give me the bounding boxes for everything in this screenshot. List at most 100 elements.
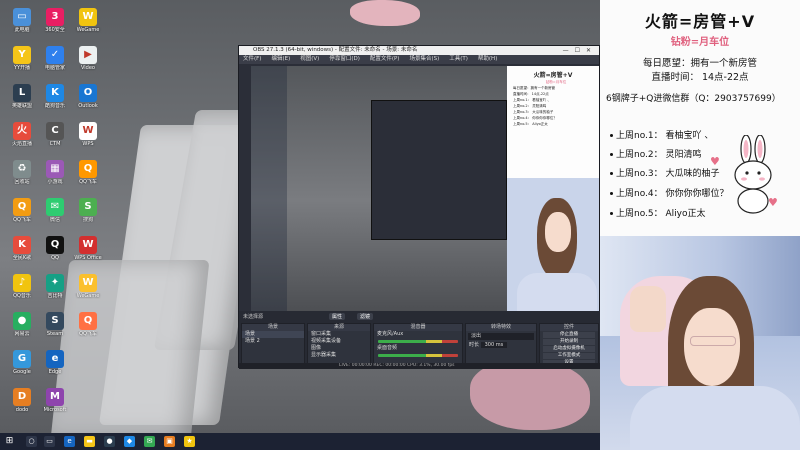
stop-streaming-button[interactable]: 停止直播 — [543, 332, 595, 338]
menu-item[interactable]: 编辑(E) — [271, 56, 290, 62]
desktop-icon[interactable]: Q QQ飞车 — [69, 310, 107, 344]
info-title: 火箭=房管+V — [644, 12, 756, 31]
window-controls[interactable]: —☐✕ — [563, 46, 597, 55]
obs-titlebar[interactable]: OBS 27.1.3 (64-bit, windows) - 配置文件: 未命名… — [239, 46, 599, 55]
no-source-label: 未选择源 — [243, 314, 264, 320]
app-icon: ✦ — [46, 274, 64, 292]
mixer-channel-label: 麦克风/Aux — [377, 331, 404, 337]
desktop-icon-label: Microsoft — [43, 407, 67, 413]
app-icon[interactable]: ▣ — [164, 436, 175, 447]
rank-item: 上周no.2： 灵阳清鸣 — [610, 147, 702, 160]
screen: ▭ 此电脑 Y YY开播 L 英雄联盟火火焰直播 ♻ 回收站 Q QQ飞车 K 全民K歌 ♪ QQ音乐 ● 网… — [0, 0, 800, 450]
app-icon: Y — [13, 46, 31, 64]
app-icon: S — [46, 312, 64, 330]
app-icon: G — [13, 350, 31, 368]
group-info: 6钢牌子+Q进微信群（Q：2903757699） — [606, 94, 781, 104]
desktop-icon[interactable]: O Outlook — [69, 82, 107, 116]
app-icon: e — [46, 350, 64, 368]
edge-icon[interactable]: e — [64, 436, 75, 447]
app-icon: ♪ — [13, 274, 31, 292]
rank-item: 上周no.3： 大瓜味的柚子 — [610, 166, 720, 179]
task-view-icon[interactable]: ▭ — [44, 436, 55, 447]
menu-item[interactable]: 场景集合(S) — [409, 56, 439, 62]
windows-start-icon[interactable]: ⊞ — [4, 436, 15, 447]
menu-item[interactable]: 停靠窗口(D) — [329, 56, 360, 62]
desktop-icon-label: WeGame — [76, 293, 100, 299]
app-icon: O — [79, 84, 97, 102]
app-icon: ▦ — [46, 160, 64, 178]
app-icon: ✉ — [46, 198, 64, 216]
stream-time: 直播时间： 14点-22点 — [651, 72, 749, 83]
app-icon: ✓ — [46, 46, 64, 64]
obs-icon[interactable]: ● — [104, 436, 115, 447]
desktop-icon[interactable]: W WeGame — [69, 272, 107, 306]
desktop-icon-label: WeGame — [76, 27, 100, 33]
source-item[interactable]: 视频采集设备 — [308, 338, 370, 345]
desktop-icon-label: QQ飞车 — [79, 179, 97, 185]
audio-meter[interactable] — [378, 354, 458, 357]
mixer-channel-label: 桌面音频 — [377, 345, 398, 351]
source-item[interactable]: 图像 — [308, 345, 370, 352]
studio-mode-button[interactable]: 工作室模式 — [543, 353, 595, 359]
virtual-camera-button[interactable]: 启动虚拟摄像机 — [543, 346, 595, 352]
app-icon: Q — [79, 312, 97, 330]
app-icon: 3 — [46, 8, 64, 26]
app-icon: 火 — [13, 122, 31, 140]
duration-label: 时长 — [469, 342, 480, 348]
start-recording-button[interactable]: 开始录制 — [543, 339, 595, 345]
filters-button[interactable]: 滤镜 — [357, 313, 374, 320]
desktop-icon[interactable]: W WPS Office — [69, 234, 107, 268]
obs-window[interactable]: OBS 27.1.3 (64-bit, windows) - 配置文件: 未命名… — [238, 45, 601, 369]
rank-item: 上周no.4： 你你你你哪位？ — [610, 186, 729, 199]
properties-button[interactable]: 属性 — [329, 313, 346, 320]
app-icon: W — [79, 236, 97, 254]
obs-preview[interactable]: 火箭=房管+V 钻粉=月车位 每日愿望：拥有一个新房管 直播时间： 14点-22… — [251, 66, 599, 311]
webcam-feed — [600, 236, 800, 450]
app-icon: ● — [13, 312, 31, 330]
transition-select[interactable]: 淡出 — [468, 333, 534, 340]
desktop-icon-label: Video — [80, 65, 95, 71]
search-icon[interactable]: ○ — [26, 436, 37, 447]
desktop-icon-label: QQ飞车 — [79, 331, 97, 337]
app-icon: K — [46, 84, 64, 102]
heart-icon: ♥ — [768, 196, 778, 209]
menu-item[interactable]: 帮助(H) — [478, 56, 497, 62]
app-icon: K — [13, 236, 31, 254]
app-icon: W — [79, 122, 97, 140]
wechat-icon[interactable]: ✉ — [144, 436, 155, 447]
desktop-icon[interactable]: e Edge — [36, 348, 74, 382]
nested-webcam — [507, 178, 599, 311]
app-icon[interactable]: ◆ — [124, 436, 135, 447]
desktop-icon[interactable]: W WPS — [69, 120, 107, 154]
menu-item[interactable]: 文件(F) — [243, 56, 261, 62]
scene-item[interactable]: 场景 — [242, 331, 304, 338]
desktop-icon[interactable]: M Microsoft — [36, 386, 74, 420]
app-icon: Q — [79, 160, 97, 178]
desktop-icon-label: 搜狗 — [82, 217, 93, 223]
app-icon[interactable]: ★ — [184, 436, 195, 447]
duration-input[interactable]: 300 ms — [480, 342, 508, 348]
taskbar: ⊞ ○ ▭ e ▬ ● ◆ ✉ ▣ ★ — [0, 433, 600, 450]
app-icon: D — [13, 388, 31, 406]
app-icon: W — [79, 8, 97, 26]
folder-icon[interactable]: ▬ — [84, 436, 95, 447]
app-icon: ▭ — [13, 8, 31, 26]
app-icon: L — [13, 84, 31, 102]
menu-item[interactable]: 视图(V) — [300, 56, 319, 62]
desktop-icon-label: WPS Office — [74, 255, 102, 261]
desktop-icon[interactable]: W WeGame — [69, 6, 107, 40]
menu-item[interactable]: 工具(T) — [449, 56, 468, 62]
desktop-icon[interactable]: ▶ Video — [69, 44, 107, 78]
app-icon: M — [46, 388, 64, 406]
source-item[interactable]: 窗口采集 — [308, 331, 370, 338]
scene-item[interactable]: 场景 2 — [242, 338, 304, 345]
desktop-icon-grid: ▭ 此电脑 Y YY开播 L 英雄联盟火火焰直播 ♻ 回收站 Q QQ飞车 K 全民K歌 ♪ QQ音乐 ● 网… — [0, 0, 130, 430]
desktop-icon-label: Edge — [48, 369, 62, 375]
source-item[interactable]: 显示器采集 — [308, 352, 370, 359]
desktop-icon[interactable]: Q QQ飞车 — [69, 158, 107, 192]
menu-item[interactable]: 配置文件(P) — [370, 56, 400, 62]
app-icon: S — [79, 198, 97, 216]
heart-icon: ♥ — [710, 155, 720, 168]
desktop-icon[interactable]: S 搜狗 — [69, 196, 107, 230]
audio-meter[interactable] — [378, 340, 458, 343]
